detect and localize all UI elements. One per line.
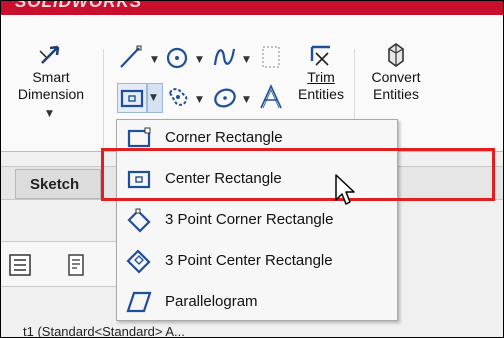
convert-entities-button[interactable]: Convert Entities: [361, 39, 431, 103]
menu-item-3-point-center-rectangle[interactable]: 3 Point Center Rectangle: [117, 243, 397, 279]
menu-item-label: Parallelogram: [165, 293, 258, 310]
circle-dropdown-arrow[interactable]: ▼: [196, 55, 203, 65]
feature-tree-part-name[interactable]: t1 (Standard<Standard> A...: [23, 324, 185, 337]
text-icon: [260, 84, 282, 109]
trim-entities-button[interactable]: Trim Entities: [289, 39, 353, 103]
spline-tool[interactable]: [211, 43, 239, 71]
text-tool[interactable]: [257, 83, 285, 111]
smart-dimension-label-2: Dimension: [17, 86, 85, 102]
convert-entities-label-1: Convert: [371, 69, 421, 85]
smart-dimension-dropdown-arrow[interactable]: ▼: [46, 109, 53, 119]
app-logo: SOLIDWORKS: [15, 1, 143, 11]
smart-dimension-label-1: Smart: [32, 69, 70, 85]
3-point-center-rectangle-icon: [126, 249, 151, 274]
circle-icon: [166, 47, 188, 69]
rectangle-tool[interactable]: [117, 83, 147, 113]
rectangle-dropdown-arrow[interactable]: ▼: [150, 93, 157, 103]
plane-tool[interactable]: [257, 43, 285, 71]
app-window: SOLIDWORKS Smart Dimension ▼ ▼ ▼ ▼ ▼ ▼ ▼…: [0, 0, 504, 338]
polygon-icon: [214, 88, 236, 108]
trim-entities-label-2: Entities: [298, 86, 344, 102]
3-point-corner-rectangle-icon: [127, 208, 151, 233]
highlight-box: [101, 148, 495, 201]
tab-sketch[interactable]: Sketch: [15, 169, 101, 199]
spline-icon: [213, 48, 236, 66]
rectangle-dropdown-button[interactable]: ▼: [147, 83, 163, 113]
menu-item-3-point-corner-rectangle[interactable]: 3 Point Corner Rectangle: [117, 202, 397, 238]
circle-tool[interactable]: [164, 43, 192, 71]
spline-dropdown-arrow[interactable]: ▼: [243, 55, 250, 65]
convert-entities-label-2: Entities: [373, 86, 419, 102]
trim-entities-icon: [310, 45, 330, 66]
slot-dropdown-arrow[interactable]: ▼: [196, 95, 203, 105]
parallelogram-icon: [126, 291, 152, 313]
property-manager-icon[interactable]: [63, 252, 89, 278]
feature-manager-icon-bar: [1, 241, 116, 287]
rectangle-icon: [120, 89, 144, 108]
smart-dimension-icon: [39, 45, 60, 64]
menu-item-label: 3 Point Center Rectangle: [165, 252, 333, 269]
menu-item-parallelogram[interactable]: Parallelogram: [117, 284, 397, 320]
polygon-tool[interactable]: [211, 83, 239, 111]
line-icon: [120, 45, 142, 68]
convert-entities-icon: [388, 43, 404, 67]
smart-dimension-button[interactable]: Smart Dimension ▼: [1, 39, 101, 119]
menu-item-label: Corner Rectangle: [165, 129, 283, 146]
mouse-cursor-icon: [335, 174, 355, 205]
trim-entities-label-1: Trim: [307, 69, 335, 85]
line-tool[interactable]: [117, 43, 145, 71]
slot-tool[interactable]: [164, 83, 192, 111]
polygon-dropdown-arrow[interactable]: ▼: [243, 95, 250, 105]
menu-item-label: 3 Point Corner Rectangle: [165, 211, 334, 228]
feature-tree-icon[interactable]: [7, 252, 33, 278]
line-dropdown-arrow[interactable]: ▼: [151, 55, 158, 65]
title-bar: SOLIDWORKS: [1, 1, 503, 15]
slot-icon: [168, 88, 188, 106]
plane-icon: [262, 46, 280, 68]
ribbon-separator-1: [103, 49, 104, 149]
